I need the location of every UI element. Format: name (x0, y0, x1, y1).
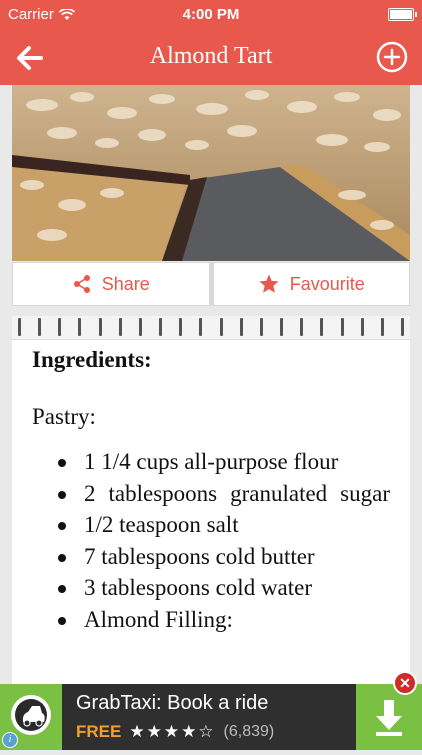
ad-app-name: GrabTaxi: Book a ride (76, 692, 269, 714)
favourite-label: Favourite (289, 273, 365, 294)
ingredient-item: 1 1/4 cups all-purpose flour (58, 446, 390, 478)
ad-close-button[interactable]: ✕ (393, 671, 417, 695)
ad-price: FREE (76, 722, 122, 741)
nav-bar: Almond Tart (0, 30, 422, 85)
ad-meta: FREE ★★★★☆ (6,839) (76, 722, 274, 742)
status-time: 4:00 PM (182, 6, 240, 23)
ad-review-count: (6,839) (223, 723, 275, 740)
share-icon (73, 275, 90, 293)
ad-rating-stars: ★★★★☆ (129, 722, 216, 741)
ingredient-item: Almond Filling: (58, 604, 390, 636)
ingredient-item: 1/2 teaspoon salt (58, 509, 390, 541)
back-arrow-icon[interactable] (12, 40, 48, 76)
notebook-binding (12, 316, 410, 340)
status-bar: Carrier 4:00 PM (0, 0, 422, 30)
ad-info-icon[interactable]: i (2, 732, 18, 748)
favourite-button[interactable]: Favourite (212, 262, 410, 306)
download-icon (376, 700, 402, 736)
ingredient-item: 2 tablespoons granulated sugar (58, 478, 390, 510)
action-bar: Share Favourite (12, 262, 410, 306)
recipe-content: Ingredients: Pastry: 1 1/4 cups all-purp… (32, 342, 390, 635)
ad-banner[interactable]: i GrabTaxi: Book a ride FREE ★★★★☆ (6,83… (0, 684, 422, 750)
ingredient-item: 7 tablespoons cold butter (58, 541, 390, 573)
share-label: Share (101, 273, 150, 294)
recipe-photo (12, 85, 410, 261)
ingredients-heading: Ingredients: (32, 347, 152, 372)
download-button[interactable] (356, 684, 422, 750)
share-button[interactable]: Share (12, 262, 210, 306)
ingredient-list: 1 1/4 cups all-purpose flour 2 tablespoo… (32, 446, 390, 635)
pastry-label: Pastry: (32, 404, 96, 429)
star-icon (259, 274, 279, 293)
battery-icon (388, 8, 417, 21)
ingredient-item: 3 tablespoons cold water (58, 572, 390, 604)
add-circle-icon[interactable] (376, 41, 408, 73)
page-title: Almond Tart (149, 43, 273, 69)
